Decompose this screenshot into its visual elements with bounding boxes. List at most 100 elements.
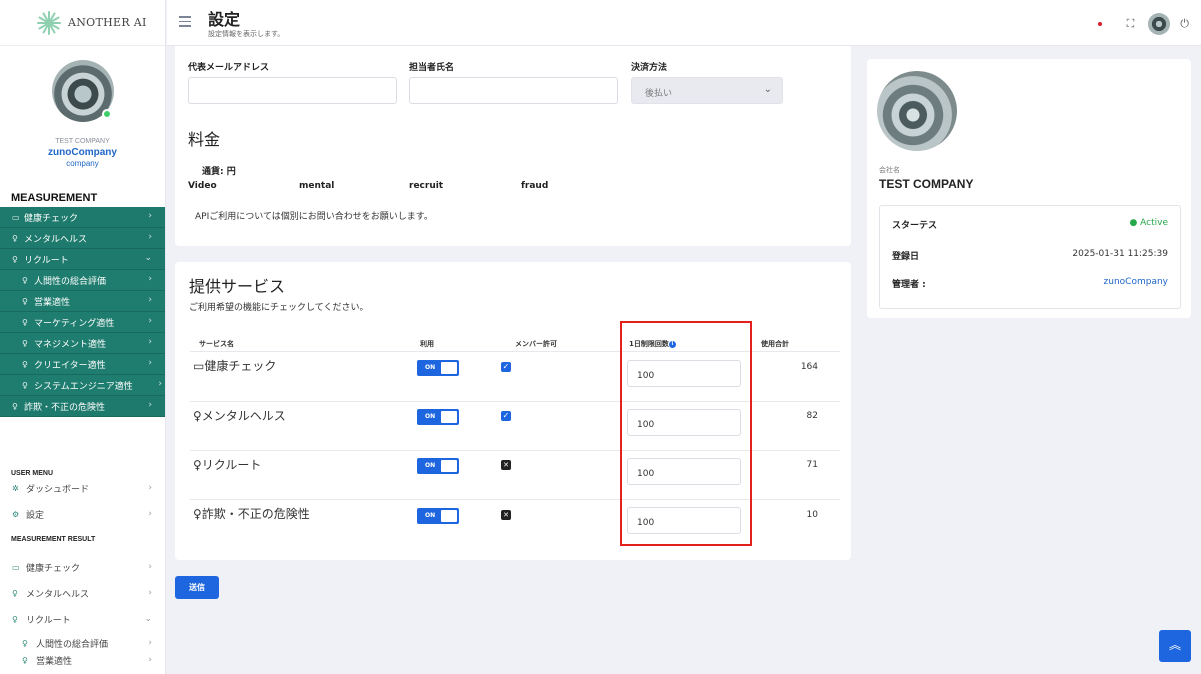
services-title: 提供サービス — [189, 277, 286, 296]
mic-icon: ♀ — [22, 359, 28, 369]
toggle-on-label: ON — [425, 462, 436, 469]
hamburger-menu-icon[interactable] — [179, 16, 191, 30]
online-status-icon — [101, 109, 112, 119]
sidebar-item-label: 人間性の総合評価 — [34, 276, 107, 287]
chevron-right-icon: › — [148, 316, 152, 326]
chevron-right-icon: › — [148, 400, 152, 410]
language-flag-icon[interactable] — [1094, 19, 1105, 29]
result-item-health-check[interactable]: ▭ 健康チェック › — [0, 558, 165, 576]
toggle-on-label: ON — [425, 512, 436, 519]
mic-icon: ♀ — [12, 254, 18, 264]
contact-name-field[interactable] — [409, 77, 618, 104]
result-item-recruit[interactable]: ♀ リクルート ⌄ — [0, 610, 165, 628]
chevron-right-icon: › — [148, 638, 152, 648]
power-icon[interactable]: ⏻ — [1180, 17, 1189, 31]
usage-total-fraud-risk: 10 — [806, 510, 818, 520]
result-item-humanity[interactable]: ♀ 人間性の総合評価 › — [0, 634, 165, 652]
company-card: 会社名 TEST COMPANY スターテス ● Active 登録日 2025… — [867, 59, 1191, 318]
use-toggle-mental-health[interactable]: ON — [417, 409, 459, 425]
sidebar-item-label: 営業適性 — [34, 297, 71, 308]
price-column-recruit: recruit — [409, 181, 444, 191]
price-column-fraud: fraud — [521, 181, 549, 191]
service-name-label: 詐欺・不正の危険性 — [201, 507, 310, 521]
use-toggle-recruit[interactable]: ON — [417, 458, 459, 474]
price-column-video: Video — [188, 181, 217, 191]
header-avatar[interactable] — [1148, 13, 1171, 35]
mic-icon: ♀ — [12, 614, 18, 624]
chevron-right-icon: › — [148, 655, 152, 665]
sidebar-item-mental-health[interactable]: ♀ メンタルヘルス › — [0, 228, 165, 249]
member-checkbox-mental-health[interactable]: ✓ — [501, 411, 511, 421]
mic-icon: ♀ — [22, 275, 28, 285]
admin-link[interactable]: zunoCompany — [1104, 277, 1168, 287]
mic-icon: ♀ — [22, 338, 28, 348]
sidebar-item-sales[interactable]: ♀ 営業適性 › — [0, 291, 165, 312]
usage-total-health-check: 164 — [800, 362, 818, 372]
service-name-mental-health: ♀メンタルヘルス — [193, 407, 286, 424]
member-checkbox-health-check[interactable]: ✓ — [501, 362, 511, 372]
column-total: 使用合計 — [761, 340, 789, 348]
use-toggle-fraud-risk[interactable]: ON — [417, 508, 459, 524]
chevron-down-icon: ⌄ — [144, 253, 152, 263]
scroll-to-top-button[interactable]: ︽ — [1159, 630, 1191, 662]
sidebar-item-label: マネジメント適性 — [34, 339, 107, 350]
result-item-sales[interactable]: ♀ 営業適性 › — [0, 651, 165, 669]
mic-icon: ♀ — [193, 409, 202, 423]
profile-company: TEST COMPANY — [55, 138, 110, 145]
payment-select[interactable]: 後払い ⌄ — [631, 77, 783, 104]
mic-icon: ♀ — [22, 380, 28, 390]
sidebar-item-settings[interactable]: ⚙ 設定 › — [0, 505, 165, 523]
toggle-knob — [441, 460, 457, 472]
sidebar-item-marketing[interactable]: ♀ マーケティング適性 › — [0, 312, 165, 333]
mic-icon: ♀ — [12, 588, 18, 598]
member-checkbox-recruit[interactable]: ✕ — [501, 460, 511, 470]
use-toggle-health-check[interactable]: ON — [417, 360, 459, 376]
sidebar-item-label: 健康チェック — [26, 563, 81, 574]
user-menu-title: USER MENU — [11, 470, 54, 477]
page-title: 設定 — [208, 10, 241, 29]
email-field[interactable] — [188, 77, 397, 104]
sidebar-item-system-engineer[interactable]: ♀ システムエンジニア適性 › — [0, 375, 165, 396]
price-column-mental: mental — [299, 181, 335, 191]
mic-icon: ♀ — [22, 317, 28, 327]
sidebar-item-label: クリエイター適性 — [34, 360, 106, 371]
sidebar-item-label: 設定 — [26, 510, 45, 521]
highlight-box — [620, 321, 752, 546]
sidebar-item-fraud-risk[interactable]: ♀ 詐欺・不正の危険性 › — [0, 396, 165, 417]
sidebar-item-dashboard[interactable]: ✲ ダッシュボード › — [0, 479, 165, 497]
avatar[interactable] — [51, 60, 114, 122]
pricing-title: 料金 — [188, 130, 221, 149]
fullscreen-icon[interactable]: ⛶ — [1127, 17, 1135, 31]
sidebar: ANOTHER AI TEST COMPANY zunoCompany comp… — [0, 0, 166, 674]
member-checkbox-fraud-risk[interactable]: ✕ — [501, 510, 511, 520]
mic-icon: ♀ — [193, 507, 202, 521]
profile: TEST COMPANY zunoCompany company — [0, 46, 165, 168]
sidebar-item-creator[interactable]: ♀ クリエイター適性 › — [0, 354, 165, 375]
chevron-right-icon: › — [148, 274, 152, 284]
result-item-mental-health[interactable]: ♀ メンタルヘルス › — [0, 584, 165, 602]
monitor-icon: ▭ — [12, 562, 20, 572]
sidebar-item-recruit[interactable]: ♀ リクルート ⌄ — [0, 249, 165, 270]
sidebar-item-health-check[interactable]: ▭ 健康チェック › — [0, 207, 165, 228]
status-badge: ● Active — [1129, 218, 1168, 228]
submit-button[interactable]: 送信 — [175, 576, 219, 599]
measurement-section-title: MEASUREMENT — [11, 192, 98, 204]
email-label: 代表メールアドレス — [188, 63, 270, 73]
sidebar-item-label: システムエンジニア適性 — [34, 381, 133, 392]
sidebar-item-label: リクルート — [26, 615, 71, 626]
sidebar-item-label: リクルート — [24, 255, 69, 266]
chevron-right-icon: › — [148, 588, 152, 598]
column-service-name: サービス名 — [199, 340, 234, 348]
registered-date: 2025-01-31 11:25:39 — [1072, 249, 1168, 259]
toggle-on-label: ON — [425, 364, 436, 371]
profile-name: zunoCompany — [48, 147, 117, 158]
service-name-label: メンタルヘルス — [201, 409, 286, 423]
sidebar-item-humanity[interactable]: ♀ 人間性の総合評価 › — [0, 270, 165, 291]
column-use: 利用 — [420, 340, 434, 348]
sidebar-item-management[interactable]: ♀ マネジメント適性 › — [0, 333, 165, 354]
brand-logo[interactable]: ANOTHER AI — [0, 0, 165, 46]
chevron-right-icon: › — [148, 509, 152, 519]
profile-role: company — [66, 159, 99, 168]
mic-icon: ♀ — [12, 233, 18, 243]
logo-text: ANOTHER AI — [68, 16, 147, 29]
